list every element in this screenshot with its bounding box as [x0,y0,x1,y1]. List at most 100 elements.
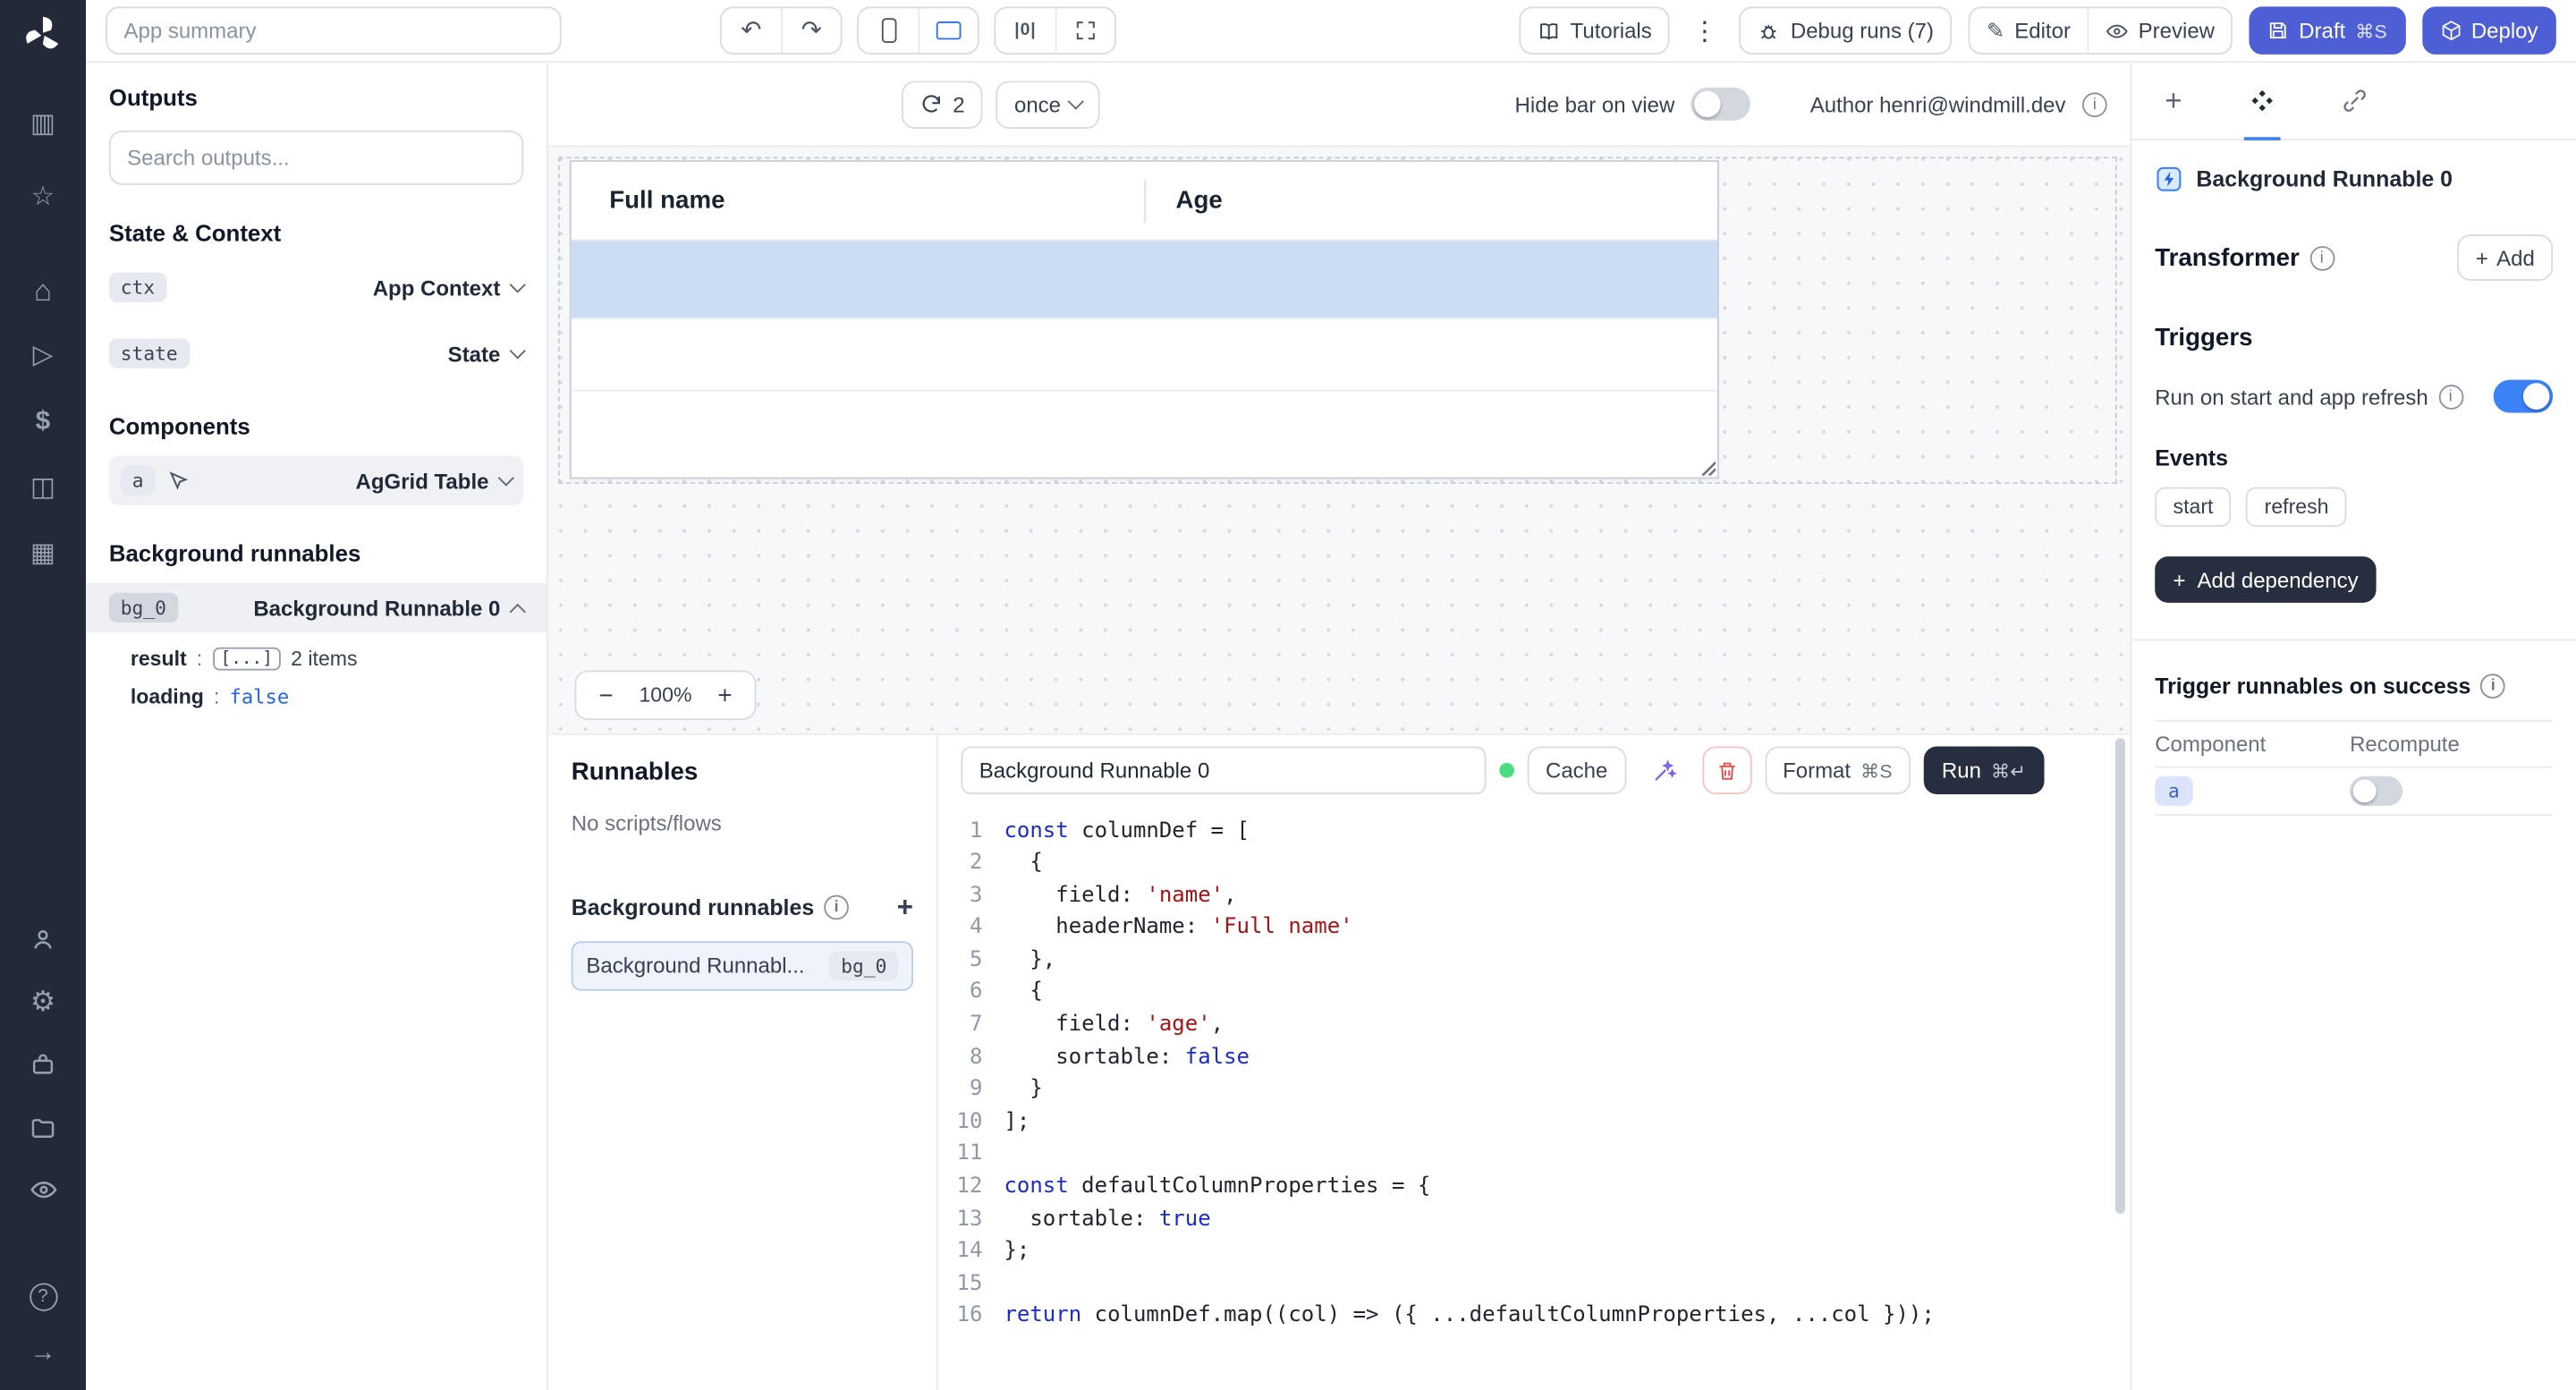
format-button[interactable]: Format ⌘S [1765,746,1911,794]
desktop-icon [936,21,962,39]
search-outputs-input[interactable] [109,131,523,185]
folders-icon[interactable] [21,1111,64,1144]
transformer-info-icon[interactable]: i [2309,245,2334,270]
toggle-knob [1694,91,1721,118]
runnable-name-input[interactable] [961,746,1486,794]
audit-eye-icon[interactable] [21,1174,64,1207]
code-line[interactable]: field: 'age', [1004,1009,1934,1041]
redo-button[interactable]: ↷ [781,8,840,53]
event-chip-refresh[interactable]: refresh [2246,487,2346,527]
recompute-toggle[interactable] [2350,776,2402,806]
collapse-arrow-icon[interactable]: → [21,1336,64,1369]
ai-wand-button[interactable] [1639,746,1688,794]
windmill-logo[interactable] [21,13,64,56]
run-on-start-row: Run on start and app refresh i [2155,380,2553,413]
schedules-icon[interactable]: ▦ [21,538,64,572]
component-a-row[interactable]: a AgGrid Table [109,456,523,505]
zoom-out-button[interactable]: − [581,682,631,709]
result-output-row: result : [...] 2 items [109,648,523,671]
insert-component-tab[interactable]: + [2165,63,2182,139]
code-lines[interactable]: const columnDef = [ { field: 'name', hea… [1004,815,1934,1389]
editor-scrollbar[interactable] [2115,737,2125,1213]
background-runnables-info-icon[interactable]: i [824,894,849,920]
add-label: Add [2496,245,2535,270]
settings-gear-icon[interactable]: ⚙ [21,985,64,1018]
mobile-view-button[interactable] [859,8,918,53]
code-line[interactable]: }; [1004,1235,1934,1267]
editor-mode-button[interactable]: ✎Editor [1970,8,2088,53]
bg-runnable-row[interactable]: bg_0 Background Runnable 0 [86,583,547,632]
app-canvas[interactable]: Full name Age − 100% + [548,147,2131,732]
add-background-runnable-button[interactable]: + [897,893,913,920]
center-layout-button[interactable]: |0| [996,8,1055,53]
code-line[interactable]: }, [1004,945,1934,977]
plus-icon: + [2174,567,2186,592]
interval-select[interactable]: once [996,81,1101,129]
run-on-start-toggle[interactable] [2494,380,2553,413]
undo-button[interactable]: ↶ [722,8,781,53]
runs-icon[interactable]: ▷ [21,340,64,373]
deploy-button[interactable]: Deploy [2421,6,2555,55]
code-line[interactable]: const columnDef = [ [1004,815,1934,847]
refresh-button[interactable]: 2 [902,81,983,129]
state-output-row[interactable]: state State [109,328,523,377]
aggrid-table-component[interactable]: Full name Age [570,160,1719,479]
loading-value: false [229,685,289,708]
favorites-star-icon[interactable]: ☆ [21,182,64,215]
code-line[interactable]: const defaultColumnProperties = { [1004,1171,1934,1203]
resources-icon[interactable]: ◫ [21,472,64,505]
ctx-output-row[interactable]: ctx App Context [109,263,523,312]
workspace-briefcase-icon[interactable] [21,1047,64,1081]
background-runnable-item[interactable]: Background Runnabl... bg_0 [572,940,913,989]
draft-button[interactable]: Draft ⌘S [2250,6,2405,55]
windmill-logo-icon [21,13,64,56]
code-line[interactable] [1004,1139,1934,1171]
debug-runs-button[interactable]: Debug runs (7) [1740,6,1953,55]
desktop-view-button[interactable] [918,8,977,53]
hide-bar-toggle[interactable] [1691,88,1750,121]
component-settings-tab[interactable] [2249,63,2275,139]
code-line[interactable]: ]; [1004,1106,1934,1139]
aggrid-row[interactable] [572,318,1717,391]
more-menu-button[interactable]: ⋮ [1687,14,1724,47]
apps-icon[interactable]: ▥ [21,109,64,142]
code-line[interactable]: } [1004,1073,1934,1106]
help-icon[interactable]: ? [29,1283,56,1310]
code-line[interactable]: sortable: false [1004,1041,1934,1073]
expand-layout-button[interactable] [1055,8,1114,53]
aggrid-selected-row[interactable] [572,242,1717,319]
app-summary-input[interactable] [106,6,562,55]
cache-button[interactable]: Cache [1528,746,1626,794]
code-line[interactable]: sortable: true [1004,1203,1934,1235]
event-chip-start[interactable]: start [2155,487,2231,527]
preview-mode-button[interactable]: Preview [2087,8,2231,53]
add-transformer-button[interactable]: + Add [2458,234,2554,281]
tutorials-button[interactable]: Tutorials [1519,6,1670,55]
result-expand-badge[interactable]: [...] [212,648,281,671]
code-line[interactable]: { [1004,977,1934,1009]
connect-tab[interactable] [2341,63,2368,139]
code-line[interactable]: headerName: 'Full name' [1004,912,1934,945]
component-a-chip[interactable]: a [2155,776,2192,806]
aggrid-col-fullname[interactable]: Full name [572,162,1145,240]
code-line[interactable]: return columnDef.map((col) => ({ ...defa… [1004,1301,1934,1333]
home-icon[interactable]: ⌂ [21,274,64,307]
add-dependency-button[interactable]: + Add dependency [2155,556,2377,603]
code-line[interactable]: field: 'name', [1004,879,1934,911]
trigger-on-success-info-icon[interactable]: i [2481,674,2506,699]
variables-icon[interactable]: $ [21,406,64,439]
run-on-start-info-icon[interactable]: i [2438,384,2463,409]
resize-handle[interactable] [1699,459,1716,475]
component-column-header: Component [2155,732,2350,757]
author-info-icon[interactable]: i [2082,91,2107,116]
zoom-in-button[interactable]: + [700,682,750,709]
delete-runnable-button[interactable] [1702,746,1751,794]
code-editor[interactable]: 12345678910111213141516 const columnDef … [938,807,2131,1390]
aggrid-col-age[interactable]: Age [1146,162,1223,240]
run-button[interactable]: Run ⌘↵ [1924,746,2045,794]
code-line[interactable] [1004,1267,1934,1300]
user-icon[interactable] [21,922,64,955]
line-number: 14 [938,1235,983,1267]
runnable-item-label: Background Runnabl... [586,953,816,978]
code-line[interactable]: { [1004,847,1934,879]
